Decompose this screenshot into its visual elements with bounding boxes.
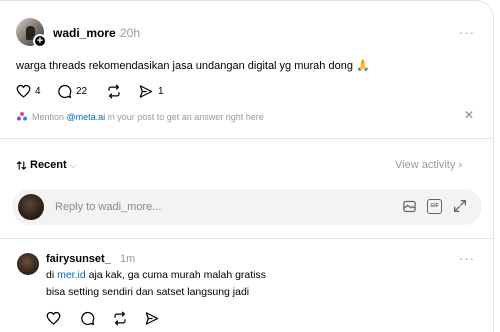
commenter-username[interactable]: fairysunset_ xyxy=(46,253,111,265)
mention-prefix: Mention xyxy=(32,112,67,122)
repost-icon xyxy=(108,84,120,99)
comment-prefix: di xyxy=(46,269,58,281)
share-button[interactable]: 1 xyxy=(138,84,164,99)
share-count: 1 xyxy=(158,86,164,97)
comment-like-icon[interactable] xyxy=(46,311,61,325)
chevron-right-icon: › xyxy=(458,159,463,171)
mention-suffix: in your post to get an answer right here xyxy=(105,112,264,122)
comment-button[interactable]: 22 xyxy=(57,84,87,99)
my-avatar xyxy=(18,194,44,220)
sort-label: Recent xyxy=(30,159,67,171)
like-count: 4 xyxy=(35,85,41,97)
comment-icon xyxy=(58,84,72,99)
divider xyxy=(0,138,494,139)
author-username[interactable]: wadi_more xyxy=(53,26,116,40)
reply-input[interactable]: Reply to wadi_more... xyxy=(55,201,161,213)
meta-ai-mention-hint: Mention @meta.ai in your post to get an … xyxy=(16,111,264,123)
view-activity-label: View activity xyxy=(395,159,456,171)
sort-arrows-icon xyxy=(16,160,27,170)
meta-ai-link[interactable]: @meta.ai xyxy=(67,112,106,122)
post-more-icon[interactable]: ··· xyxy=(459,25,475,40)
comment-text-line-2: bisa setting sendiri dan satset langsung… xyxy=(46,286,250,298)
comment-more-icon[interactable]: ··· xyxy=(459,251,475,266)
expand-icon[interactable] xyxy=(452,198,468,214)
sort-dropdown[interactable]: Recent ⌵ xyxy=(16,159,77,171)
comment-time: 1m xyxy=(120,253,136,265)
close-icon[interactable]: ✕ xyxy=(464,108,474,122)
sparkle-icon xyxy=(17,112,27,121)
divider xyxy=(0,238,494,239)
comment-reply-icon[interactable] xyxy=(80,311,95,326)
commenter-avatar[interactable] xyxy=(17,253,39,275)
thread-card: + wadi_more 20h ··· warga threads rekome… xyxy=(0,0,494,332)
like-button[interactable]: 4 xyxy=(16,84,41,98)
heart-icon xyxy=(16,84,31,98)
comment-repost-icon[interactable] xyxy=(112,311,128,326)
gif-icon[interactable]: GIF xyxy=(427,199,442,214)
image-icon[interactable] xyxy=(402,199,417,214)
comment-text-line-1: di mer.id aja kak, ga cuma murah malah g… xyxy=(46,269,266,281)
post-text: warga threads rekomendasikan jasa undang… xyxy=(16,60,370,72)
view-activity-link[interactable]: View activity › xyxy=(395,159,462,171)
chevron-down-icon: ⌵ xyxy=(69,159,77,170)
follow-plus-icon[interactable]: + xyxy=(33,34,47,48)
post-time: 20h xyxy=(120,26,141,40)
comment-share-icon[interactable] xyxy=(144,311,160,326)
mer-id-link[interactable]: mer.id xyxy=(57,269,86,281)
comment-suffix: aja kak, ga cuma murah malah gratiss xyxy=(85,269,267,281)
repost-button[interactable] xyxy=(106,84,122,99)
comment-count: 22 xyxy=(76,86,88,97)
send-icon xyxy=(139,85,153,98)
